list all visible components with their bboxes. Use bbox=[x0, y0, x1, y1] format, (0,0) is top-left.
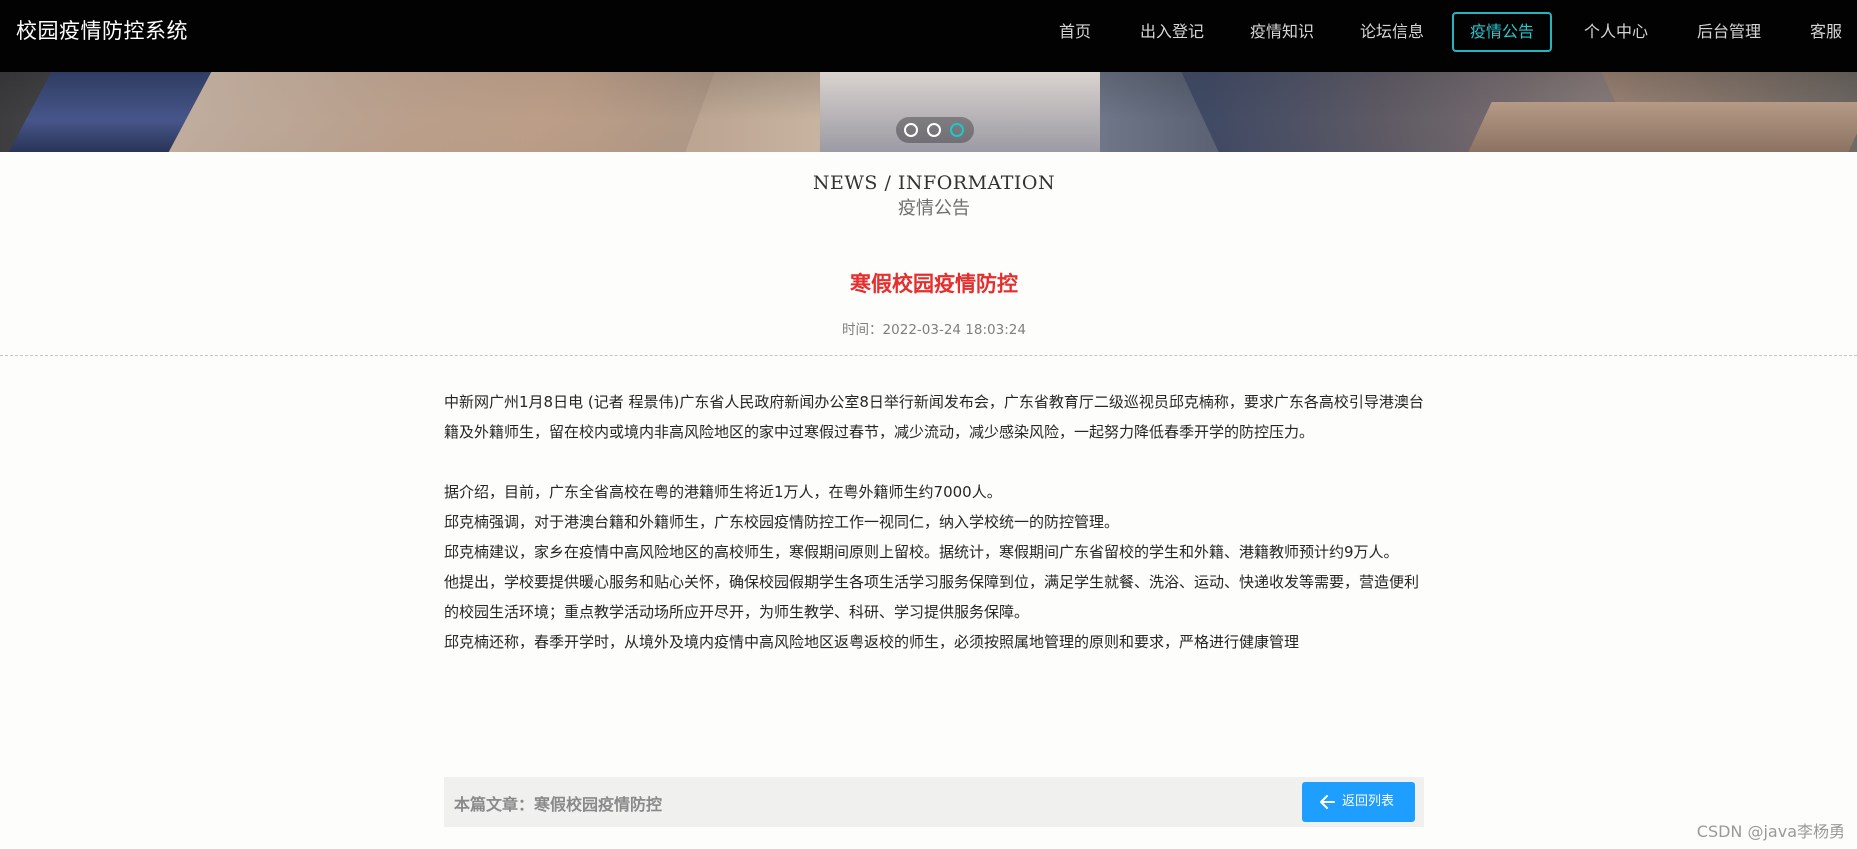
carousel-dot-3[interactable] bbox=[950, 123, 964, 137]
carousel-dot-1[interactable] bbox=[904, 123, 918, 137]
article-paragraph: 邱克楠还称，春季开学时，从境外及境内疫情中高风险地区返粤返校的师生，必须按照属地… bbox=[444, 633, 1300, 651]
article-paragraph: 他提出，学校要提供暖心服务和贴心关怀，确保校园假期学生各项生活学习服务保障到位，… bbox=[444, 573, 1420, 621]
article-paragraph: 邱克楠强调，对于港澳台籍和外籍师生，广东校园疫情防控工作一视同仁，纳入学校统一的… bbox=[444, 513, 1120, 531]
section-title-en: NEWS / INFORMATION bbox=[812, 172, 1056, 194]
section-title-cn: 疫情公告 bbox=[898, 198, 970, 219]
arrow-left-icon bbox=[1320, 795, 1335, 809]
nav-item-personal-center[interactable]: 个人中心 bbox=[1580, 12, 1652, 52]
article-paragraph: 邱克楠建议，家乡在疫情中高风险地区的高校师生，寒假期间原则上留校。据统计，寒假期… bbox=[444, 543, 1399, 561]
watermark: CSDN @java李杨勇 bbox=[1696, 822, 1845, 841]
back-to-list-button[interactable]: 返回列表 bbox=[1302, 782, 1415, 822]
article-footer-bar: 本篇文章：寒假校园疫情防控 返回列表 bbox=[444, 777, 1424, 827]
article-paragraph: 据介绍，目前，广东全省高校在粤的港籍师生将近1万人，在粤外籍师生约7000人。 bbox=[444, 483, 1002, 501]
article-time: 时间：2022-03-24 18:03:24 bbox=[842, 322, 1026, 338]
main-nav: 首页 出入登记 疫情知识 论坛信息 疫情公告 个人中心 后台管理 客服 bbox=[0, 12, 1857, 52]
back-to-list-label: 返回列表 bbox=[1342, 794, 1395, 809]
nav-item-announcements[interactable]: 疫情公告 bbox=[1452, 12, 1552, 52]
carousel-dot-2[interactable] bbox=[927, 123, 941, 137]
current-article-label: 本篇文章：寒假校园疫情防控 bbox=[454, 795, 663, 814]
nav-item-admin[interactable]: 后台管理 bbox=[1693, 12, 1765, 52]
nav-item-home[interactable]: 首页 bbox=[1054, 12, 1096, 52]
article-title: 寒假校园疫情防控 bbox=[850, 272, 1018, 296]
top-navbar: 校园疫情防控系统 首页 出入登记 疫情知识 论坛信息 疫情公告 个人中心 后台管… bbox=[0, 0, 1857, 72]
nav-item-forum[interactable]: 论坛信息 bbox=[1356, 12, 1428, 52]
article-content: 中新网广州1月8日电 (记者 程景伟)广东省人民政府新闻办公室8日举行新闻发布会… bbox=[444, 387, 1424, 657]
carousel-indicators bbox=[896, 117, 974, 143]
article-paragraph: 中新网广州1月8日电 (记者 程景伟)广东省人民政府新闻办公室8日举行新闻发布会… bbox=[444, 393, 1424, 441]
nav-item-customer-service[interactable]: 客服 bbox=[1805, 12, 1847, 52]
nav-item-epidemic-knowledge[interactable]: 疫情知识 bbox=[1246, 12, 1318, 52]
divider bbox=[0, 355, 1857, 356]
nav-item-entry-registration[interactable]: 出入登记 bbox=[1136, 12, 1208, 52]
